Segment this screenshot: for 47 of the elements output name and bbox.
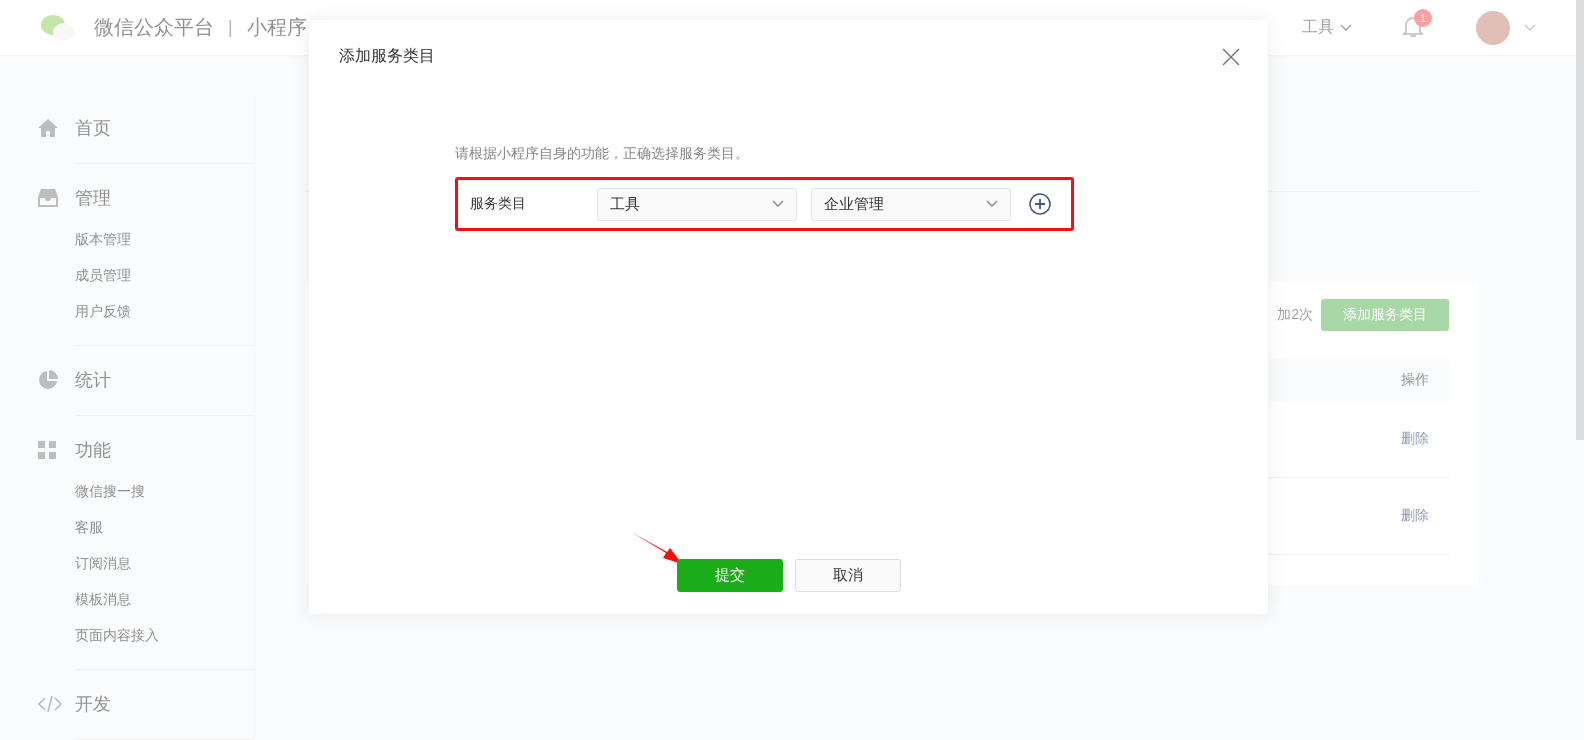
quota-note: 加2次 bbox=[1277, 306, 1313, 324]
tray-icon bbox=[38, 189, 58, 207]
nav-item[interactable]: 成员管理 bbox=[75, 257, 131, 293]
nav-section[interactable]: 功能 bbox=[75, 438, 111, 462]
avatar-icon[interactable] bbox=[1476, 10, 1510, 45]
nav-section[interactable]: 管理 bbox=[75, 186, 111, 210]
nav-item[interactable]: 页面内容接入 bbox=[75, 617, 159, 653]
scrollbar[interactable] bbox=[1576, 0, 1584, 440]
nav-item[interactable]: 版本管理 bbox=[75, 221, 131, 257]
pie-chart-icon bbox=[38, 370, 58, 390]
nav-section[interactable]: 首页 bbox=[75, 116, 111, 140]
nav-section[interactable]: 统计 bbox=[75, 368, 111, 392]
submit-button[interactable]: 提交 bbox=[676, 559, 783, 592]
column-header: 操作 bbox=[1401, 371, 1429, 389]
close-icon bbox=[1222, 47, 1240, 66]
delete-link[interactable]: 删除 bbox=[1401, 507, 1429, 525]
nav-item[interactable]: 客服 bbox=[75, 509, 103, 545]
code-icon bbox=[38, 695, 62, 713]
product-title: 小程序 bbox=[246, 15, 307, 40]
logo-icon bbox=[40, 13, 76, 42]
cancel-button[interactable]: 取消 bbox=[794, 559, 901, 592]
chevron-down-icon bbox=[1340, 23, 1352, 32]
close-button[interactable] bbox=[1222, 47, 1240, 66]
house-icon bbox=[38, 119, 58, 137]
nav-item[interactable]: 模板消息 bbox=[75, 581, 131, 617]
chevron-down-icon bbox=[1524, 23, 1536, 32]
select-value: 工具 bbox=[610, 194, 640, 214]
grid-icon bbox=[38, 441, 56, 459]
select-value: 企业管理 bbox=[824, 194, 884, 214]
hint-text: 请根据小程序自身的功能，正确选择服务类目。 bbox=[455, 145, 750, 163]
delete-link[interactable]: 删除 bbox=[1401, 430, 1429, 448]
platform-title: 微信公众平台 bbox=[94, 15, 214, 40]
nav-item[interactable]: 用户反馈 bbox=[75, 293, 131, 329]
chevron-down-icon bbox=[986, 200, 998, 208]
category-select[interactable]: 企业管理 bbox=[811, 187, 1011, 221]
field-label: 服务类目 bbox=[470, 195, 527, 213]
dialog-title: 添加服务类目 bbox=[339, 46, 435, 66]
chevron-down-icon bbox=[772, 200, 784, 208]
tools-menu[interactable]: 工具 bbox=[1302, 17, 1352, 38]
title-separator: | bbox=[228, 17, 233, 38]
nav-item[interactable]: 订阅消息 bbox=[75, 545, 131, 581]
add-circle-icon[interactable] bbox=[1029, 193, 1051, 215]
bell-icon[interactable] bbox=[1402, 14, 1424, 39]
category-select[interactable]: 工具 bbox=[597, 187, 797, 221]
nav-item[interactable]: 微信搜一搜 bbox=[75, 473, 145, 509]
notification-badge: 1 bbox=[1414, 8, 1432, 27]
nav-section[interactable]: 开发 bbox=[75, 692, 111, 716]
